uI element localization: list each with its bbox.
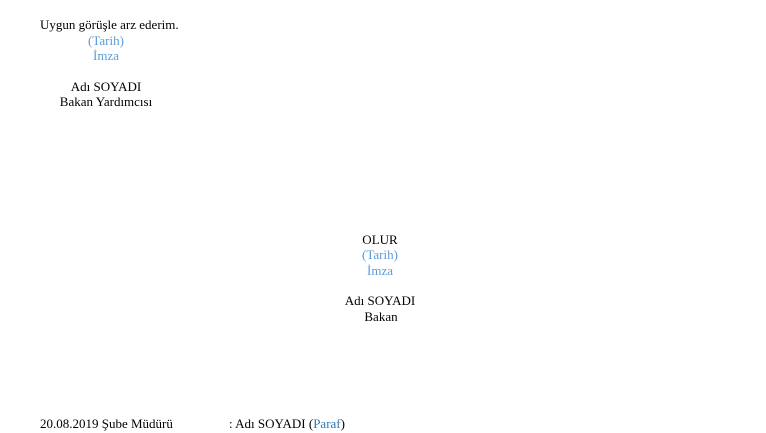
recommendation-signature-placeholder: İmza (93, 48, 119, 63)
recommendation-text: Uygun görüşle arz ederim. (40, 17, 179, 32)
recommendation-signer-title: Bakan Yardımcısı (59, 94, 153, 109)
paraf-entry: : Adı SOYADI (Paraf) (229, 416, 345, 431)
paraf-name: Adı SOYADI (235, 416, 306, 431)
paraf-date-role: 20.08.2019 Şube Müdürü (40, 416, 173, 431)
paraf-paren-close: ) (340, 416, 345, 431)
paraf-link[interactable]: Paraf (313, 416, 340, 431)
approval-label: OLUR (362, 232, 398, 247)
paraf-separator: : (229, 416, 233, 431)
approval-signature-placeholder: İmza (367, 263, 393, 278)
recommendation-signer-name: Adı SOYADI (70, 79, 142, 94)
approval-signer-name: Adı SOYADI (344, 293, 416, 308)
approval-signer-title: Bakan (364, 309, 398, 324)
approval-date-placeholder: (Tarih) (362, 247, 398, 262)
recommendation-date-placeholder: (Tarih) (88, 33, 124, 48)
